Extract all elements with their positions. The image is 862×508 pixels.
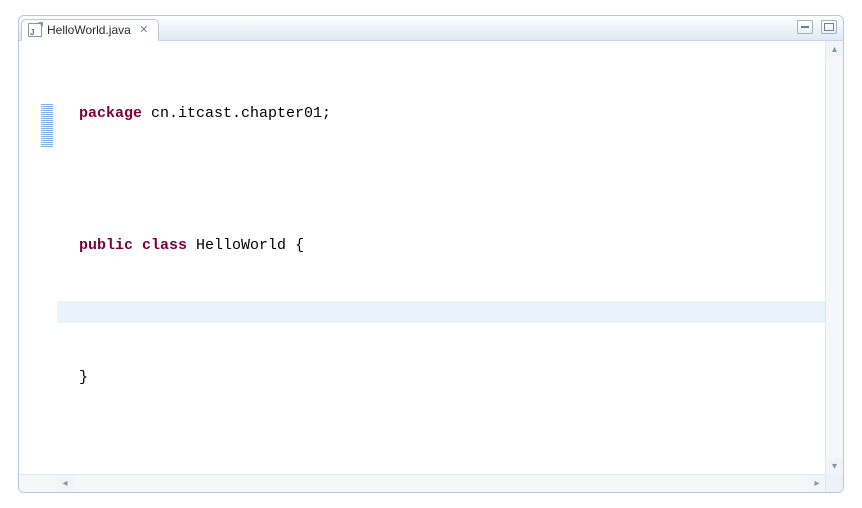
editor-pane: J HelloWorld.java ✕ package cn.itcast.ch… bbox=[18, 15, 844, 493]
code-line: package cn.itcast.chapter01; bbox=[57, 103, 825, 125]
code-line: public class HelloWorld { bbox=[57, 235, 825, 257]
code-line bbox=[57, 169, 825, 191]
java-file-icon: J bbox=[28, 23, 42, 37]
scroll-left-arrow-icon[interactable]: ◂ bbox=[57, 475, 73, 492]
file-tab[interactable]: J HelloWorld.java ✕ bbox=[21, 19, 159, 41]
scroll-down-arrow-icon[interactable]: ▾ bbox=[826, 458, 843, 474]
code-line-cursor bbox=[57, 301, 825, 323]
tabbar-tools bbox=[797, 20, 837, 34]
maximize-view-button[interactable] bbox=[821, 20, 837, 34]
close-tab-icon[interactable]: ✕ bbox=[138, 24, 150, 36]
code-line: } bbox=[57, 367, 825, 389]
code-area[interactable]: package cn.itcast.chapter01; public clas… bbox=[57, 41, 825, 474]
scroll-corner bbox=[825, 474, 843, 492]
scroll-right-arrow-icon[interactable]: ▸ bbox=[809, 475, 825, 492]
minimize-view-button[interactable] bbox=[797, 20, 813, 34]
folding-marker[interactable] bbox=[41, 103, 53, 147]
gutter[interactable] bbox=[19, 41, 57, 474]
editor-body: package cn.itcast.chapter01; public clas… bbox=[19, 41, 843, 474]
tab-filename: HelloWorld.java bbox=[47, 23, 131, 37]
tab-bar: J HelloWorld.java ✕ bbox=[19, 16, 843, 41]
vertical-scrollbar[interactable]: ▴ ▾ bbox=[825, 41, 843, 474]
scroll-up-arrow-icon[interactable]: ▴ bbox=[826, 41, 843, 57]
horizontal-scrollbar[interactable]: ◂ ▸ bbox=[19, 474, 843, 492]
